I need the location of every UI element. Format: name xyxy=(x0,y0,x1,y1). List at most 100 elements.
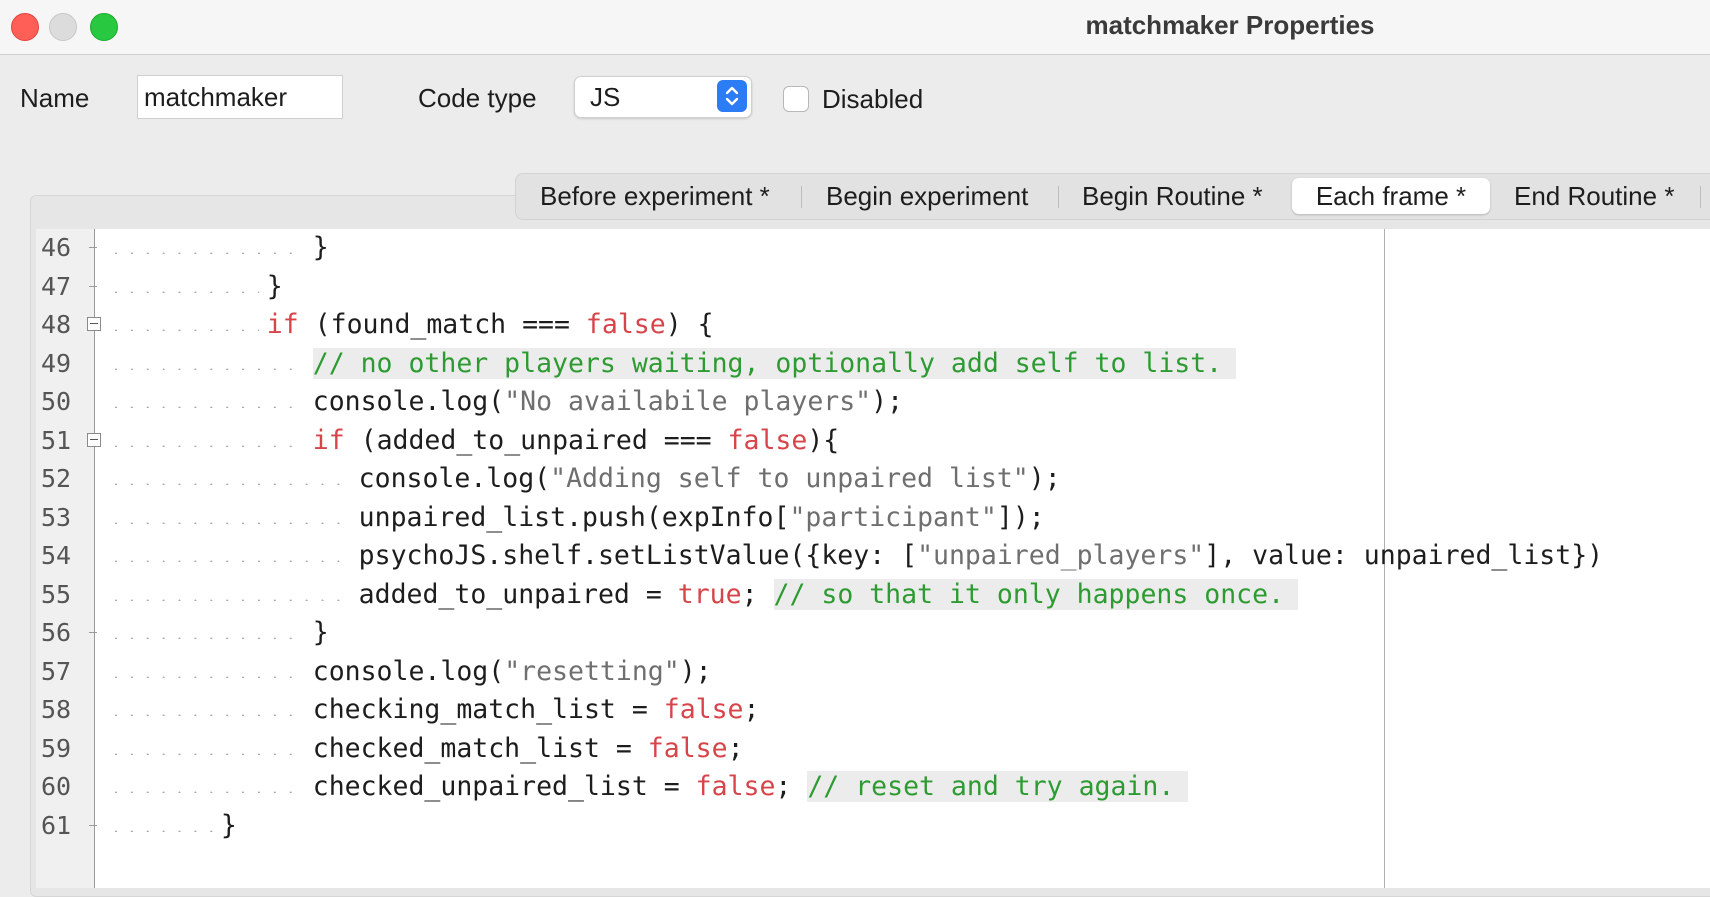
code-line[interactable]: 61} xyxy=(36,805,1710,847)
code-token: ); xyxy=(871,386,904,417)
indent-whitespace-dots xyxy=(108,521,351,524)
indent-whitespace-dots xyxy=(108,637,305,639)
comment-token: // no other players waiting, optionally … xyxy=(312,347,1237,379)
code-text: checked_unpaired_list = false; // reset … xyxy=(313,766,1189,808)
code-token: (found_match === xyxy=(298,309,586,340)
indent-whitespace-dots xyxy=(108,791,305,793)
name-input[interactable] xyxy=(137,75,343,119)
line-number: 49 xyxy=(41,348,72,378)
keyword-token: false xyxy=(727,424,808,456)
string-token: "resetting" xyxy=(504,655,680,687)
code-token: (added_to_unpaired === xyxy=(344,424,728,456)
code-line[interactable]: 53 unpaired_list.push(expInfo["participan… xyxy=(36,497,1710,539)
fold-end-marker xyxy=(89,285,97,287)
indent-whitespace-dots xyxy=(108,367,305,370)
tab-begin-routine[interactable]: Begin Routine * xyxy=(1082,178,1263,214)
code-line[interactable]: 51 if (added_to_unpaired === false){ xyxy=(36,420,1710,462)
line-number: 47 xyxy=(41,271,72,301)
code-token: psychoJS.shelf.setListValue({key: [ xyxy=(358,540,918,571)
close-window-button[interactable] xyxy=(11,13,39,41)
indent-whitespace-dots xyxy=(108,483,351,485)
code-text: } xyxy=(267,266,283,308)
code-line[interactable]: 48 if (found_match === false) { xyxy=(36,304,1710,346)
code-token: ]); xyxy=(996,501,1045,533)
line-number: 59 xyxy=(41,733,72,763)
keyword-token: if xyxy=(266,309,299,340)
code-type-select[interactable]: JS xyxy=(574,76,752,118)
line-number: 50 xyxy=(41,387,72,416)
code-text: } xyxy=(313,612,329,654)
keyword-token: false xyxy=(647,732,728,764)
minimize-window-button[interactable] xyxy=(49,13,77,41)
indent-whitespace-dots xyxy=(108,752,305,755)
line-number: 51 xyxy=(41,425,72,455)
code-token: ){ xyxy=(807,424,840,456)
indent-whitespace-dots xyxy=(108,252,305,254)
code-editor[interactable]: 46} 47} 48 if (found_match === false) {49//… xyxy=(36,229,1710,888)
code-type-label: Code type xyxy=(418,83,537,113)
tab-separator xyxy=(1058,186,1059,208)
keyword-token: false xyxy=(663,694,744,725)
name-label: Name xyxy=(20,83,90,113)
code-token: unpaired_list.push(expInfo[ xyxy=(358,501,790,533)
fold-end-marker xyxy=(89,247,97,248)
code-line[interactable]: 58 checking_match_list = false; xyxy=(36,689,1710,731)
tab-begin-experiment[interactable]: Begin experiment xyxy=(826,178,1028,214)
code-line[interactable]: 50 console.log("No availabile players"); xyxy=(36,381,1710,423)
code-line[interactable]: 56} xyxy=(36,612,1710,654)
code-token: ; xyxy=(741,578,774,610)
code-text: psychoJS.shelf.setListValue({key: ["unpa… xyxy=(359,535,1603,577)
code-text: checking_match_list = false; xyxy=(313,689,760,731)
indent-whitespace-dots xyxy=(108,560,351,562)
code-token: ); xyxy=(679,655,712,687)
string-token: "unpaired_players" xyxy=(917,540,1205,571)
title-bar: matchmaker Properties xyxy=(0,0,1710,55)
tab-separator xyxy=(801,186,802,208)
code-token: ], value: unpaired_list}) xyxy=(1204,540,1604,571)
zoom-window-button[interactable] xyxy=(90,13,118,41)
code-token: ); xyxy=(1028,463,1061,494)
code-line[interactable]: 54 psychoJS.shelf.setListValue({key: ["un… xyxy=(36,535,1710,577)
code-text: checked_match_list = false; xyxy=(313,728,744,770)
keyword-token: if xyxy=(312,424,345,456)
code-text: } xyxy=(313,229,329,269)
code-token: ; xyxy=(743,694,760,725)
code-line[interactable]: 52 console.log("Adding self to unpaired l… xyxy=(36,458,1710,500)
fold-end-marker xyxy=(89,824,97,826)
code-token: } xyxy=(220,809,237,841)
keyword-token: false xyxy=(695,771,776,802)
tab-each-frame[interactable]: Each frame * xyxy=(1292,178,1490,214)
indent-whitespace-dots xyxy=(108,290,259,293)
code-token: added_to_unpaired = xyxy=(358,578,678,610)
code-token: ; xyxy=(775,771,808,802)
indent-whitespace-dots xyxy=(108,598,351,601)
code-token: console.log( xyxy=(312,655,505,687)
code-text: console.log("Adding self to unpaired lis… xyxy=(359,458,1061,500)
tab-end-routine[interactable]: End Routine * xyxy=(1514,178,1674,214)
line-number: 58 xyxy=(41,695,72,724)
code-line[interactable]: 49 // no other players waiting, optionall… xyxy=(36,343,1710,385)
code-text: unpaired_list.push(expInfo["participant"… xyxy=(359,497,1045,539)
code-line[interactable]: 55 added_to_unpaired = true; // so that i… xyxy=(36,574,1710,616)
code-line[interactable]: 59 checked_match_list = false; xyxy=(36,728,1710,770)
collapse-icon[interactable] xyxy=(87,317,101,331)
line-number: 61 xyxy=(41,810,72,840)
keyword-token: true xyxy=(677,578,742,610)
string-token: "participant" xyxy=(789,501,997,533)
code-text: if (found_match === false) { xyxy=(267,304,714,346)
code-text: } xyxy=(221,805,237,847)
collapse-icon[interactable] xyxy=(87,432,101,447)
indent-whitespace-dots xyxy=(108,406,305,408)
code-line[interactable]: 60 checked_unpaired_list = false; // rese… xyxy=(36,766,1710,808)
code-text: if (added_to_unpaired === false){ xyxy=(313,420,840,462)
code-line[interactable]: 57 console.log("resetting"); xyxy=(36,651,1710,693)
tab-before-experiment[interactable]: Before experiment * xyxy=(540,178,770,214)
line-number: 57 xyxy=(41,656,72,686)
code-line[interactable]: 46} xyxy=(36,229,1710,269)
disabled-checkbox[interactable] xyxy=(783,86,809,112)
code-line[interactable]: 47} xyxy=(36,266,1710,308)
fold-end-marker xyxy=(89,632,97,633)
indent-whitespace-dots xyxy=(108,675,305,678)
comment-token: // reset and try again. xyxy=(807,771,1189,802)
code-text: // no other players waiting, optionally … xyxy=(312,343,1237,385)
